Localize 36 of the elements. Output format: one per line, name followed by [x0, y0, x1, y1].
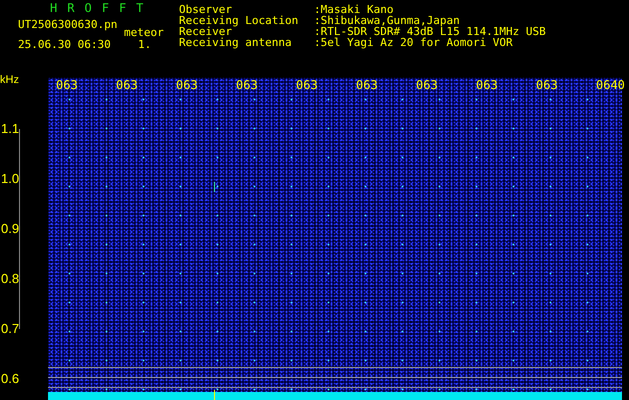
time-label: 063 [176, 79, 198, 91]
info-value: :Masaki Kano [314, 4, 394, 15]
filename: UT2506300630.pn [18, 19, 118, 30]
info-value: :RTL-SDR SDR# 43dB L15 114.1MHz USB [314, 26, 546, 37]
frequency-label: 1.0 [0, 171, 20, 186]
title-letter: H [50, 2, 58, 16]
time-label: 063 [536, 79, 558, 91]
unit-label: kHz [0, 74, 19, 86]
frequency-label: 1.1 [0, 121, 20, 136]
time-label: 063 [56, 79, 78, 91]
frequency-label: 0.8 [0, 271, 20, 286]
info-label: Observer [179, 4, 232, 15]
info-label: Receiving antenna [179, 37, 293, 48]
title-letter: T [136, 2, 144, 16]
time-label: 063 [296, 79, 318, 91]
count: 1. [138, 39, 152, 50]
info-label: Receiver [179, 26, 232, 37]
info-value: :Shibukawa,Gunma,Japan [314, 15, 461, 26]
time-label: 063 [236, 79, 258, 91]
datetime: 25.06.30 06:30 [18, 39, 111, 50]
time-label: 063 [476, 79, 498, 91]
title-letter: R [67, 2, 74, 16]
time-label: 063 [416, 79, 438, 91]
title-letter: O [84, 2, 92, 16]
info-label: Receiving Location [179, 15, 300, 26]
title-letter: F [102, 2, 109, 16]
frequency-label: 0.9 [0, 221, 20, 236]
frequency-label: 0.6 [0, 371, 20, 386]
title-letter: F [118, 2, 126, 16]
time-label: 063 [356, 79, 378, 91]
info-value: :5el Yagi Az 20 for Aomori VOR [314, 37, 514, 48]
event-type: meteor [124, 27, 164, 38]
time-label: 063 [116, 79, 138, 91]
time-label: 0640 [596, 79, 625, 91]
time-marker [214, 390, 215, 400]
frequency-label: 0.7 [0, 321, 20, 336]
